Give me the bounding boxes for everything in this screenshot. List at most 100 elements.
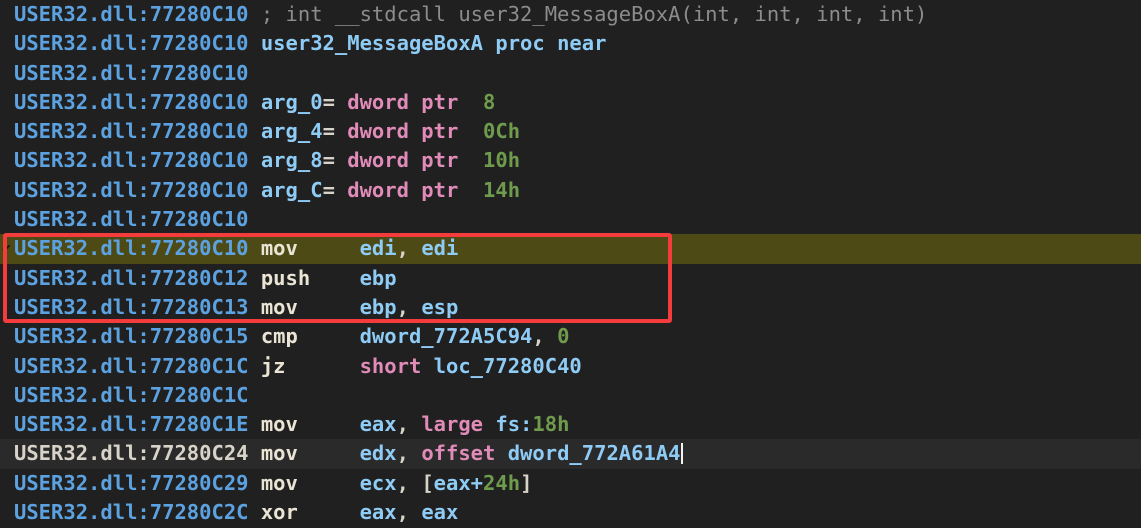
code-token: 18h <box>532 412 570 437</box>
code-token: loc_77280C40 <box>433 353 582 378</box>
address-gap <box>249 178 261 202</box>
code-token: = <box>322 177 348 202</box>
line-address: USER32.dll:77280C10 <box>14 148 249 173</box>
code-token: dword ptr <box>347 148 459 173</box>
code-token: , <box>396 294 422 319</box>
code-token: , <box>396 412 422 437</box>
disassembly-line[interactable]: USER32.dll:77280C10 <box>0 59 1141 88</box>
address-gap <box>249 90 261 114</box>
line-address: USER32.dll:77280C2C <box>14 500 249 525</box>
code-token: jz <box>260 353 286 378</box>
address-gap <box>249 31 261 55</box>
code-token: ] <box>520 470 533 495</box>
code-token: dword ptr <box>347 119 459 144</box>
disassembly-line[interactable]: USER32.dll:77280C10 <box>0 205 1141 234</box>
disassembly-line[interactable]: USER32.dll:77280C10 ; int __stdcall user… <box>0 0 1141 29</box>
line-address: USER32.dll:77280C10 <box>14 177 249 202</box>
line-address: USER32.dll:77280C1E <box>14 412 249 437</box>
disassembly-line[interactable]: USER32.dll:77280C1C <box>0 381 1141 410</box>
code-token: dword ptr <box>347 89 459 114</box>
line-address: USER32.dll:77280C12 <box>14 265 249 290</box>
disassembly-line[interactable]: USER32.dll:77280C10 arg_8= dword ptr 10h <box>0 146 1141 175</box>
code-token: = <box>322 148 348 173</box>
code-token: = <box>322 119 348 144</box>
code-token: ; int __stdcall user32_MessageBoxA(int, … <box>260 2 928 26</box>
address-gap <box>249 148 261 172</box>
address-gap <box>249 2 261 26</box>
line-address: USER32.dll:77280C10 <box>14 60 249 85</box>
code-token: short <box>359 353 422 378</box>
code-token: eax <box>359 412 397 437</box>
code-token: , <box>396 500 422 525</box>
code-token: 10h <box>483 148 521 173</box>
code-token: , <box>532 324 558 349</box>
code-token: mov <box>260 236 298 261</box>
code-token: dword_772A5C94 <box>359 324 533 349</box>
code-token: arg_C <box>260 177 323 202</box>
disassembly-listing[interactable]: USER32.dll:77280C10 ; int __stdcall user… <box>0 0 1141 528</box>
code-token: 0Ch <box>483 119 521 144</box>
line-address: USER32.dll:77280C10 <box>14 89 249 114</box>
address-gap <box>249 412 261 436</box>
disassembly-line[interactable]: USER32.dll:77280C1C jz short loc_77280C4… <box>0 352 1141 381</box>
code-token: fs: <box>495 412 533 437</box>
line-address: USER32.dll:77280C1C <box>14 382 249 407</box>
code-token: dword ptr <box>347 177 459 202</box>
disassembly-line[interactable]: USER32.dll:77280C10 user32_MessageBoxA p… <box>0 29 1141 58</box>
disassembly-line[interactable]: USER32.dll:77280C13 mov ebp, esp <box>0 293 1141 322</box>
disassembly-line[interactable]: USER32.dll:77280C1E mov eax, large fs:18… <box>0 410 1141 439</box>
code-token: mov <box>260 412 298 437</box>
code-token: push <box>260 265 311 290</box>
code-token: 24h <box>483 470 521 495</box>
code-token: 0 <box>557 324 570 349</box>
text-caret <box>680 443 683 465</box>
disassembly-line[interactable]: USER32.dll:77280C24 mov edx, offset dwor… <box>0 439 1141 469</box>
code-token: 8 <box>483 89 496 114</box>
address-gap <box>249 119 261 143</box>
address-gap <box>249 236 261 260</box>
code-token: , <box>396 470 422 495</box>
line-address: USER32.dll:77280C10 <box>14 236 249 261</box>
line-address: USER32.dll:77280C10 <box>14 207 249 232</box>
code-token: arg_4 <box>260 119 323 144</box>
code-token: [ <box>421 470 434 495</box>
code-token: user32_MessageBoxA <box>260 31 484 56</box>
code-token: = <box>322 89 348 114</box>
code-token: eax+ <box>433 470 484 495</box>
code-token: ebp <box>359 265 397 290</box>
line-address: USER32.dll:77280C15 <box>14 324 249 349</box>
disassembly-line[interactable]: USER32.dll:77280C10 arg_C= dword ptr 14h <box>0 176 1141 205</box>
address-gap <box>249 266 261 290</box>
address-gap <box>249 500 261 524</box>
address-gap <box>249 441 261 465</box>
disassembly-line[interactable]: USER32.dll:77280C2C xor eax, eax <box>0 498 1141 527</box>
disassembly-line[interactable]: USER32.dll:77280C29 mov ecx, [eax+24h] <box>0 469 1141 498</box>
address-gap <box>249 354 261 378</box>
disassembly-line[interactable]: USER32.dll:77280C12 push ebp <box>0 264 1141 293</box>
disassembly-line[interactable]: USER32.dll:77280C10 arg_4= dword ptr 0Ch <box>0 117 1141 146</box>
line-address: USER32.dll:77280C10 <box>14 2 249 26</box>
line-address: USER32.dll:77280C10 <box>14 31 249 56</box>
code-token: ebp <box>359 294 397 319</box>
code-token: edi <box>359 236 397 261</box>
code-token: mov <box>260 441 298 466</box>
line-address: USER32.dll:77280C10 <box>14 119 249 144</box>
disassembly-line[interactable]: ✔ USER32.dll:77280C10 mov edi, edi <box>0 234 1141 264</box>
code-token: proc near <box>495 31 607 56</box>
code-token: arg_8 <box>260 148 323 173</box>
current-position-marker-icon: ✔ <box>2 239 12 258</box>
disassembly-line[interactable]: USER32.dll:77280C10 arg_0= dword ptr 8 <box>0 88 1141 117</box>
disassembly-line[interactable]: USER32.dll:77280C15 cmp dword_772A5C94, … <box>0 322 1141 351</box>
code-token: ecx <box>359 470 397 495</box>
code-token: mov <box>260 470 298 495</box>
